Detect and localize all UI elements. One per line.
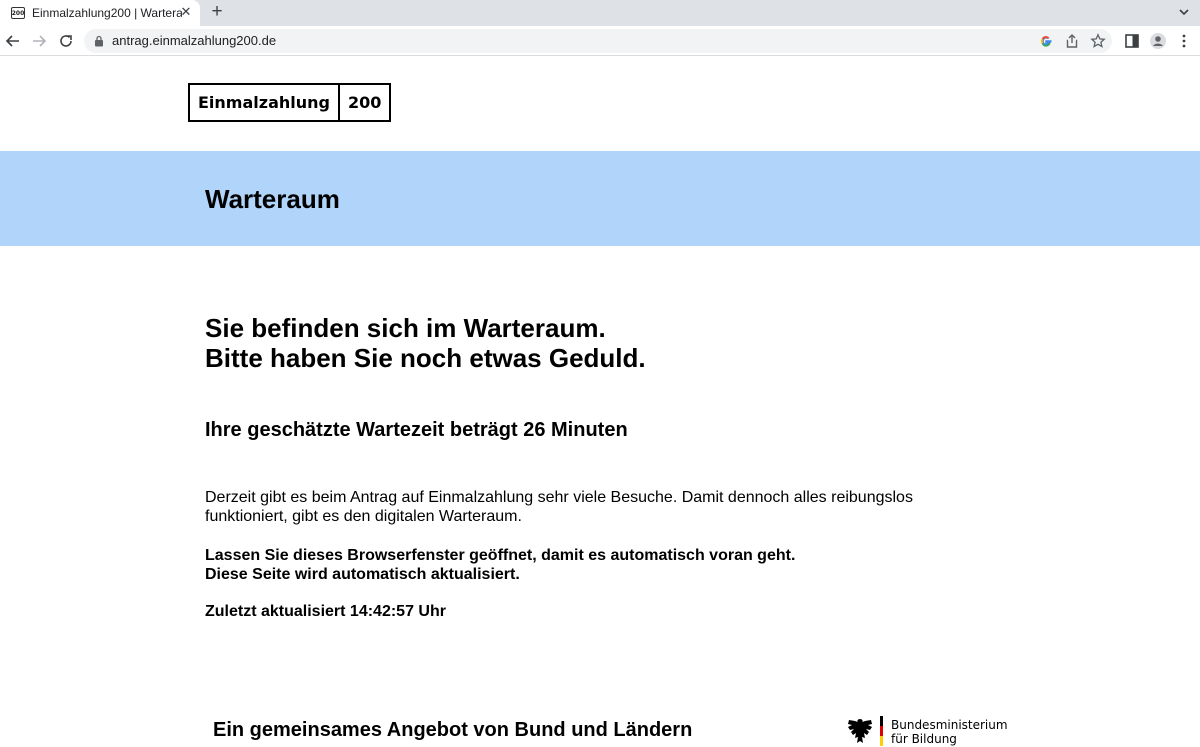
- notice-line-2: Diese Seite wird automatisch aktualisier…: [205, 566, 520, 583]
- more-menu-icon[interactable]: [1175, 32, 1193, 50]
- ministry-line-1: Bundesministerium: [891, 718, 1008, 732]
- address-bar[interactable]: antrag.einmalzahlung200.de: [84, 29, 1112, 53]
- last-updated-timestamp: Zuletzt aktualisiert 14:42:57 Uhr: [205, 603, 446, 620]
- url-text[interactable]: antrag.einmalzahlung200.de: [112, 33, 276, 49]
- german-flag-bar: [880, 716, 883, 746]
- back-arrow-icon[interactable]: [4, 32, 22, 50]
- browser-toolbar: antrag.einmalzahlung200.de: [0, 26, 1200, 56]
- browser-notice: Lassen Sie dieses Browserfenster geöffne…: [205, 546, 795, 584]
- ministry-logo[interactable]: Bundesministerium für Bildung: [846, 716, 1008, 747]
- page-banner: Warteraum: [0, 151, 1200, 246]
- forward-arrow-icon[interactable]: [30, 32, 48, 50]
- reload-icon[interactable]: [57, 32, 75, 50]
- footer-offer-text: Ein gemeinsames Angebot von Bund und Län…: [213, 719, 693, 741]
- side-panel-icon[interactable]: [1123, 32, 1141, 50]
- tab-search-chevron-icon[interactable]: [1176, 3, 1192, 21]
- logo-number: 200: [347, 93, 382, 112]
- profile-avatar-icon[interactable]: [1149, 32, 1167, 50]
- headline-line-1: Sie befinden sich im Warteraum.: [205, 313, 606, 343]
- waiting-headline: Sie befinden sich im Warteraum. Bitte ha…: [205, 313, 646, 373]
- tab-strip: 200 Einmalzahlung200 | Warteraum ✕ +: [0, 0, 1200, 26]
- site-favicon-icon: 200: [11, 7, 25, 19]
- federal-eagle-icon: [848, 719, 872, 743]
- ministry-line-2: für Bildung: [891, 732, 957, 746]
- logo-word: Einmalzahlung: [190, 85, 340, 120]
- headline-line-2: Bitte haben Sie noch etwas Geduld.: [205, 343, 646, 373]
- google-icon[interactable]: [1038, 33, 1054, 49]
- bookmark-star-icon[interactable]: [1090, 33, 1106, 49]
- ministry-name: Bundesministerium für Bildung: [891, 718, 1008, 746]
- tab-title: Einmalzahlung200 | Warteraum: [32, 6, 182, 20]
- browser-tab[interactable]: 200 Einmalzahlung200 | Warteraum ✕: [0, 0, 200, 26]
- share-icon[interactable]: [1064, 33, 1080, 49]
- info-paragraph: Derzeit gibt es beim Antrag auf Einmalza…: [205, 489, 913, 525]
- new-tab-button[interactable]: +: [207, 1, 227, 23]
- lock-icon[interactable]: [94, 35, 104, 47]
- site-logo[interactable]: Einmalzahlung 200: [188, 83, 392, 122]
- notice-line-1: Lassen Sie dieses Browserfenster geöffne…: [205, 547, 796, 564]
- page-title: Warteraum: [205, 184, 340, 214]
- tab-close-icon[interactable]: ✕: [179, 4, 193, 20]
- estimated-wait-time: Ihre geschätzte Wartezeit beträgt 26 Min…: [205, 419, 628, 441]
